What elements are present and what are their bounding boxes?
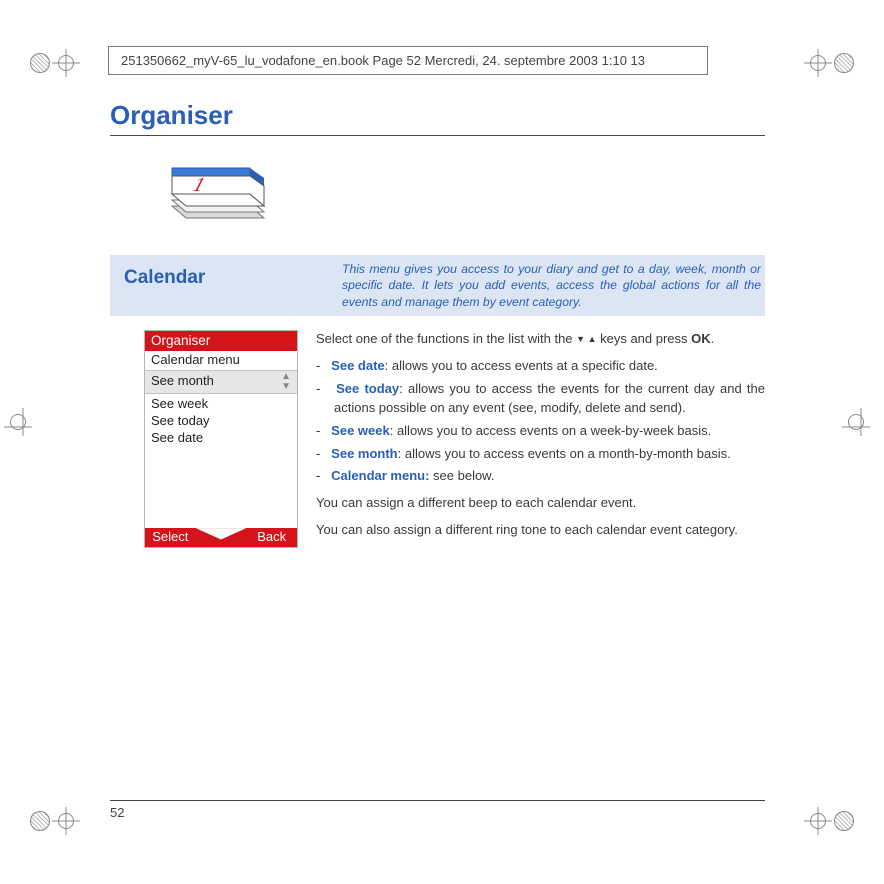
calendar-icon: 1	[164, 154, 765, 237]
list-item: See week	[151, 396, 291, 413]
crop-mark	[30, 806, 90, 836]
phone-list: See week See today See date	[145, 394, 297, 528]
crop-mark	[30, 48, 90, 78]
phone-selected-item: See month ▲▼	[145, 371, 297, 394]
phone-softkeys: Select Back	[145, 528, 297, 547]
updown-icon: ▲▼	[281, 372, 291, 392]
intro-line: Select one of the functions in the list …	[316, 330, 765, 349]
list-item: - Calendar menu: see below.	[316, 467, 765, 486]
crop-mark	[794, 48, 854, 78]
section-band: Calendar This menu gives you access to y…	[110, 255, 765, 316]
crop-mark	[794, 806, 854, 836]
softkey-divider	[196, 528, 247, 547]
body-content: Select one of the functions in the list …	[316, 330, 765, 548]
phone-mock: Organiser Calendar menu See month ▲▼ See…	[144, 330, 298, 548]
section-description: This menu gives you access to your diary…	[338, 255, 765, 316]
crop-mark	[8, 412, 38, 472]
softkey-left: Select	[145, 528, 196, 547]
phone-title: Organiser	[145, 331, 297, 351]
paragraph: You can also assign a different ring ton…	[316, 521, 765, 540]
list-item: See today	[151, 413, 291, 430]
crop-mark	[846, 412, 876, 472]
list-item: - See date: allows you to access events …	[316, 357, 765, 376]
page-title: Organiser	[110, 100, 765, 136]
section-label: Calendar	[110, 255, 338, 316]
list-item: - See week: allows you to access events …	[316, 422, 765, 441]
page-body: Organiser 1 Calendar This menu gives you…	[110, 100, 765, 820]
softkey-right: Back	[246, 528, 297, 547]
print-header: 251350662_myV-65_lu_vodafone_en.book Pag…	[108, 46, 708, 75]
down-up-keys-icon: ▼ ▲	[576, 334, 596, 344]
list-item: - See month: allows you to access events…	[316, 445, 765, 464]
list-item: - See today: allows you to access the ev…	[316, 380, 765, 418]
phone-selected-label: See month	[151, 373, 214, 390]
page-number: 52	[110, 800, 765, 820]
phone-subtitle: Calendar menu	[145, 351, 297, 371]
paragraph: You can assign a different beep to each …	[316, 494, 765, 513]
list-item: See date	[151, 430, 291, 447]
